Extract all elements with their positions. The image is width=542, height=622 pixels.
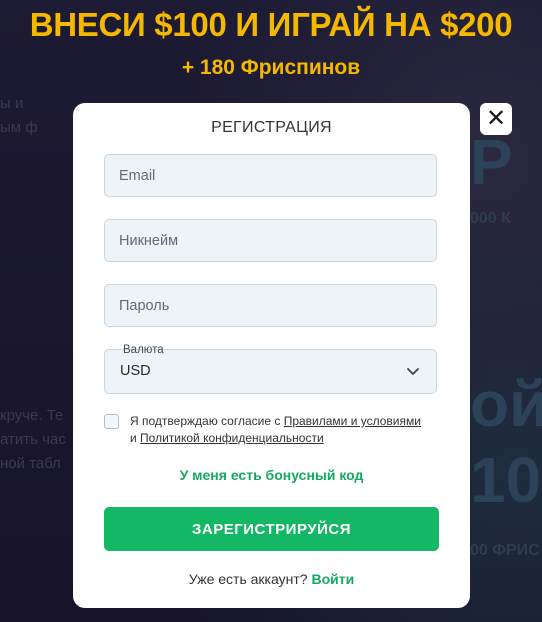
consent-and: и	[130, 431, 141, 445]
nickname-input[interactable]	[105, 220, 436, 261]
privacy-link[interactable]: Политикой конфиденциальности	[140, 431, 324, 445]
consent-checkbox[interactable]	[104, 414, 119, 429]
background-banner-text: ой	[470, 368, 542, 440]
email-input[interactable]	[105, 155, 436, 196]
background-banner-text: 10	[470, 444, 542, 516]
promo-title: ВНЕСИ $100 И ИГРАЙ НА $200	[29, 6, 513, 43]
modal-title: РЕГИСТРАЦИЯ	[211, 119, 332, 136]
consent-text: Я подтверждаю согласие с Правилами и усл…	[130, 413, 440, 447]
consent-text-before: Я подтверждаю согласие с	[130, 414, 284, 428]
password-input[interactable]	[105, 285, 436, 326]
have-account-text: Уже есть аккаунт?	[188, 571, 312, 587]
rules-link[interactable]: Правилами и условиями	[284, 414, 421, 428]
login-row: Уже есть аккаунт? Войти	[73, 571, 470, 587]
registration-modal: РЕГИСТРАЦИЯ Валюта USD Я подтверждаю сог…	[73, 103, 470, 608]
close-button[interactable]: ✕	[480, 103, 512, 135]
background-banner-text: Р	[470, 126, 513, 198]
background-banner-text: 000 К	[470, 210, 511, 227]
currency-select[interactable]: Валюта USD	[104, 344, 437, 394]
background-text: круче. Те атить час ной табл	[0, 407, 66, 472]
background-text: ы и ым ф	[0, 95, 38, 136]
register-button[interactable]: ЗАРЕГИСТРИРУЙСЯ	[104, 507, 439, 551]
email-field[interactable]	[104, 154, 437, 197]
login-link[interactable]: Войти	[311, 571, 354, 587]
currency-value: USD	[120, 363, 151, 379]
bonus-code-link[interactable]: У меня есть бонусный код	[73, 467, 470, 483]
currency-label: Валюта	[123, 344, 164, 356]
close-icon: ✕	[485, 105, 507, 132]
chevron-down-icon	[407, 368, 419, 375]
background-banner-text: 00 ФРИС	[470, 542, 540, 559]
nickname-field[interactable]	[104, 219, 437, 262]
password-field[interactable]	[104, 284, 437, 327]
promo-subtitle: + 180 Фриспинов	[181, 56, 361, 79]
